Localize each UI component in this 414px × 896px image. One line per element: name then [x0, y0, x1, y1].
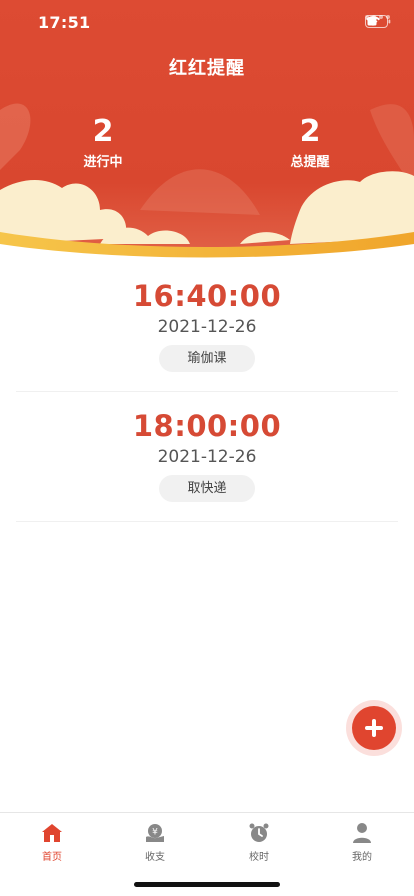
reminder-list: 16:40:00 2021-12-26 瑜伽课 18:00:00 2021-12… — [0, 262, 414, 522]
tab-label: 收支 — [145, 852, 165, 863]
home-indicator — [134, 882, 280, 887]
plus-icon — [365, 719, 383, 737]
stat-label: 进行中 — [83, 155, 123, 170]
header-banner: 17:51 红红提醒 2 进行中 2 总提醒 — [0, 0, 414, 262]
stat-label: 总提醒 — [290, 155, 330, 170]
tab-label: 首页 — [42, 852, 62, 863]
alarm-clock-icon — [249, 823, 269, 842]
reminder-date: 2021-12-26 — [157, 317, 257, 337]
stat-value: 2 — [92, 114, 114, 149]
list-item[interactable]: 18:00:00 2021-12-26 取快递 — [16, 392, 398, 522]
home-icon — [42, 824, 62, 842]
add-button-circle[interactable] — [352, 706, 396, 750]
reminder-time: 16:40:00 — [132, 279, 282, 313]
tab-profile[interactable]: 我的 — [310, 821, 414, 863]
page-title: 红红提醒 — [169, 58, 245, 79]
status-bar: 17:51 — [0, 0, 414, 44]
tab-label: 校时 — [249, 852, 269, 863]
stat-total: 2 总提醒 — [260, 114, 360, 170]
reminder-time: 18:00:00 — [132, 409, 282, 443]
user-icon — [353, 823, 371, 843]
wallet-icon: ¥ — [146, 824, 164, 842]
tab-label: 我的 — [352, 852, 372, 863]
reminder-tag[interactable]: 瑜伽课 — [159, 345, 255, 372]
status-indicators — [365, 15, 391, 28]
reminder-date: 2021-12-26 — [157, 447, 257, 467]
battery-icon — [365, 15, 391, 28]
tab-income-expense[interactable]: ¥ 收支 — [103, 821, 207, 863]
status-time: 17:51 — [38, 13, 91, 32]
svg-text:¥: ¥ — [152, 828, 158, 838]
add-reminder-button[interactable] — [346, 700, 402, 756]
list-item[interactable]: 16:40:00 2021-12-26 瑜伽课 — [16, 262, 398, 392]
stat-in-progress: 2 进行中 — [53, 114, 153, 170]
stat-value: 2 — [299, 114, 321, 149]
reminder-tag[interactable]: 取快递 — [159, 475, 255, 502]
tab-home[interactable]: 首页 — [0, 821, 104, 863]
tab-time-sync[interactable]: 校时 — [207, 821, 311, 863]
